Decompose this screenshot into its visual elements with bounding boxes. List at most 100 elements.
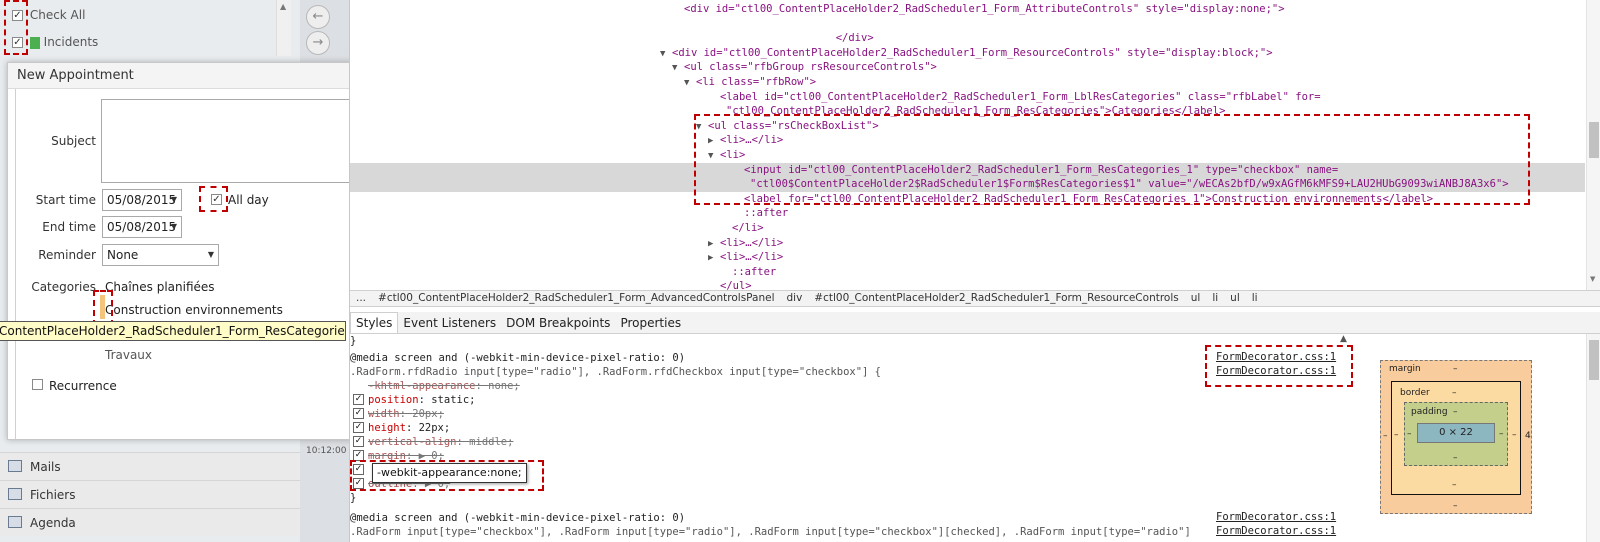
dom-scrollbar[interactable]: ▼ xyxy=(1586,0,1600,290)
tab-styles[interactable]: Styles xyxy=(350,312,399,333)
incidents-label: Incidents xyxy=(43,35,99,49)
dom-node-line[interactable]: ▶ <li>…</li> xyxy=(350,236,1585,251)
scroll-down-icon[interactable]: ▼ xyxy=(1590,275,1595,283)
nav-mails-label: Mails xyxy=(30,460,61,474)
styles-scrollbar[interactable] xyxy=(1586,334,1600,542)
breadcrumb-item[interactable]: ul xyxy=(1224,291,1246,306)
tab-event-listeners[interactable]: Event Listeners xyxy=(398,313,501,334)
margin-bottom-value: – xyxy=(1453,501,1458,511)
dom-node-line[interactable]: ▼ <div id="ctl00_ContentPlaceHolder2_RadS… xyxy=(350,46,1585,61)
expand-toggle-icon[interactable]: ▼ xyxy=(684,76,696,91)
recurrence-label: Recurrence xyxy=(49,379,117,393)
breadcrumb-item[interactable]: input#ctl00_ContentPlaceHolder2_RadSched… xyxy=(1201,306,1600,307)
scroll-thumb[interactable] xyxy=(1589,340,1599,380)
rule-brace: } xyxy=(350,335,357,347)
breadcrumb-item[interactable]: #ctl00_ContentPlaceHolder2_RadScheduler1… xyxy=(808,291,1184,306)
expand-toggle-icon[interactable]: ▼ xyxy=(660,47,672,62)
breadcrumb-item[interactable]: #ctl00_ContentPlaceHolder2_RadScheduler1… xyxy=(372,291,780,306)
property-toggle-checkbox[interactable]: ✓ xyxy=(353,408,364,419)
nav-mails[interactable]: Mails xyxy=(0,452,300,480)
css-property[interactable]: vertical-align: middle; xyxy=(368,435,513,449)
list-scrollbar[interactable]: ▲ xyxy=(276,0,291,56)
property-toggle-checkbox[interactable]: ✓ xyxy=(353,422,364,433)
category-item[interactable]: Travaux xyxy=(105,348,152,362)
dom-node-line[interactable]: ::after xyxy=(350,265,1585,280)
css-property-name: position xyxy=(368,394,419,406)
padding-right-value: – xyxy=(1499,429,1504,439)
dom-node-line[interactable]: ▼ <ul class="rfbGroup rsResourceControls"… xyxy=(350,60,1585,75)
tab-dom-breakpoints[interactable]: DOM Breakpoints xyxy=(501,313,615,334)
chevron-down-icon[interactable]: ▼ xyxy=(171,190,177,210)
property-toggle-checkbox[interactable]: ✓ xyxy=(353,394,364,405)
dom-node-text: ::after xyxy=(732,265,777,278)
dom-node-line[interactable]: </ul> xyxy=(350,279,1585,290)
css-property[interactable]: height: 22px; xyxy=(368,421,450,435)
dom-node-text: </ul> xyxy=(720,280,752,290)
css-separator: : xyxy=(405,422,419,434)
rule-brace: } xyxy=(350,492,357,504)
breadcrumb-item[interactable]: li xyxy=(1246,291,1264,306)
check-all-row[interactable]: ✓ Check All xyxy=(0,2,300,29)
start-date-picker[interactable]: 05/08/2015 ▼ xyxy=(102,189,182,211)
dom-node-line[interactable]: <div id="ctl00_ContentPlaceHolder2_RadSc… xyxy=(350,2,1585,17)
dom-node-line[interactable]: ▶ <li>…</li> xyxy=(350,250,1585,265)
dom-node-line[interactable] xyxy=(350,17,1585,32)
breadcrumb-item[interactable]: div xyxy=(781,291,809,306)
dom-node-text: </li> xyxy=(732,222,764,234)
dom-node-line[interactable]: </li> xyxy=(350,221,1585,236)
dom-node-line[interactable]: ▼ <li class="rfbRow"> xyxy=(350,75,1585,90)
css-semicolon: ; xyxy=(469,394,476,406)
recurrence-checkbox[interactable] xyxy=(32,379,43,390)
expand-toggle-icon[interactable]: ▼ xyxy=(672,61,684,76)
breadcrumb-item[interactable]: ... xyxy=(350,291,372,306)
source-link[interactable]: FormDecorator.css:1 xyxy=(1216,511,1336,523)
border-box: border – – – – padding – – – – 0 × 22 xyxy=(1391,381,1521,495)
category-item[interactable]: Chaînes planifiées xyxy=(105,280,215,294)
chevron-down-icon[interactable]: ▼ xyxy=(171,217,177,237)
element-tooltip: ContentPlaceHolder2_RadScheduler1_Form_R… xyxy=(0,321,346,341)
dom-node-line[interactable]: </div> xyxy=(350,31,1585,46)
css-property[interactable]: position: static; xyxy=(368,393,476,407)
padding-label: padding xyxy=(1411,407,1448,417)
expand-toggle-icon[interactable]: ▶ xyxy=(708,251,720,266)
tab-properties[interactable]: Properties xyxy=(615,313,686,334)
incidents-row[interactable]: ✓ Incidents xyxy=(0,29,300,56)
collapse-up-icon[interactable]: ▲ xyxy=(1340,334,1347,344)
breadcrumb-item[interactable]: li xyxy=(1206,291,1224,306)
category-item[interactable]: Construction environnements xyxy=(105,303,283,317)
rule-selector: .RadForm.rfdRadio input[type="radio"], .… xyxy=(350,366,882,378)
scroll-up-icon[interactable]: ▲ xyxy=(280,2,286,11)
border-right-value: – xyxy=(1512,430,1517,440)
source-link[interactable]: FormDecorator.css:1 xyxy=(1216,525,1336,537)
dom-node-text: <ul class="rfbGroup rsResourceControls"> xyxy=(684,61,937,74)
breadcrumb-item[interactable]: ul xyxy=(1185,291,1207,306)
end-time-label: End time xyxy=(42,220,96,234)
css-property[interactable]: width: 20px; xyxy=(368,407,444,421)
css-property[interactable]: -khtml-appearance: none; xyxy=(368,379,520,393)
margin-left-value: – xyxy=(1383,431,1388,441)
css-semicolon: ; xyxy=(437,408,444,420)
media-query: @media screen and (-webkit-min-device-pi… xyxy=(350,512,686,524)
end-date-picker[interactable]: 05/08/2015 ▼ xyxy=(102,216,182,238)
end-date-value: 05/08/2015 xyxy=(107,220,177,234)
margin-right-value: 4 xyxy=(1525,431,1531,441)
chevron-down-icon[interactable]: ▼ xyxy=(208,245,214,265)
next-arrow-icon[interactable]: → xyxy=(306,31,330,55)
reminder-select[interactable]: None ▼ xyxy=(102,244,219,266)
scroll-thumb[interactable] xyxy=(1589,122,1599,158)
dom-node-line[interactable]: <label id="ctl00_ContentPlaceHolder2_Rad… xyxy=(350,90,1585,105)
expand-toggle-icon[interactable]: ▶ xyxy=(708,237,720,252)
prev-arrow-icon[interactable]: ← xyxy=(306,5,330,29)
nav-fichiers-label: Fichiers xyxy=(30,488,76,502)
styles-pane: } @media screen and (-webkit-min-device-… xyxy=(350,334,1350,542)
subject-textarea[interactable] xyxy=(101,99,349,183)
padding-box: padding – – – – 0 × 22 xyxy=(1404,402,1508,466)
property-toggle-checkbox[interactable]: ✓ xyxy=(353,436,364,447)
nav-fichiers[interactable]: Fichiers xyxy=(0,480,300,508)
nav-agenda[interactable]: Agenda xyxy=(0,508,300,536)
mail-icon xyxy=(8,460,22,472)
dom-node-line[interactable]: ::after xyxy=(350,206,1585,221)
